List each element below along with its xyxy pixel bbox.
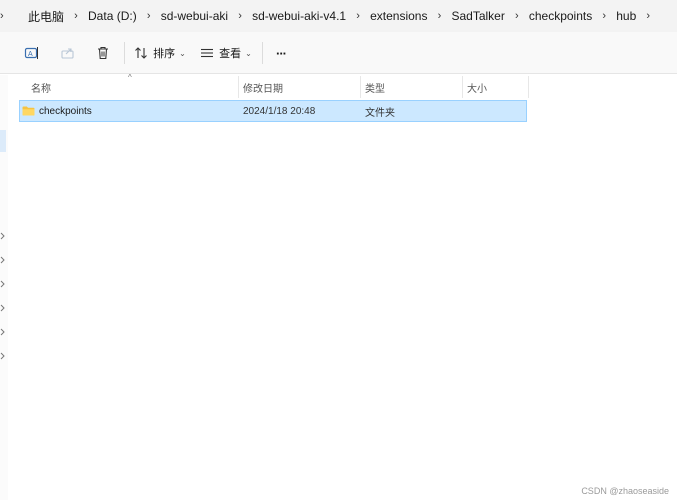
breadcrumb-separator-icon[interactable]: › bbox=[66, 10, 86, 22]
file-name: checkpoints bbox=[39, 105, 92, 117]
breadcrumb-separator-icon[interactable]: › bbox=[429, 10, 449, 22]
breadcrumb-separator-icon[interactable]: › bbox=[348, 10, 368, 22]
toolbar-divider bbox=[124, 42, 125, 64]
chevron-down-icon: ⌄ bbox=[179, 48, 186, 58]
breadcrumb-item-data-drive[interactable]: Data (D:) bbox=[86, 9, 139, 23]
breadcrumb-item-sadtalker[interactable]: SadTalker bbox=[449, 9, 506, 23]
folder-icon bbox=[22, 106, 35, 116]
expand-chevron-icon[interactable] bbox=[0, 304, 6, 312]
view-list-icon bbox=[200, 46, 214, 60]
column-header-type[interactable]: 类型 bbox=[353, 76, 462, 98]
breadcrumb-item-checkpoints[interactable]: checkpoints bbox=[527, 9, 594, 23]
expand-chevron-icon[interactable] bbox=[0, 280, 6, 288]
expand-chevron-icon[interactable] bbox=[0, 232, 6, 240]
sort-button[interactable]: 排序 ⌄ bbox=[134, 42, 186, 64]
trash-icon bbox=[95, 45, 111, 61]
address-bar[interactable]: › 此电脑 › Data (D:) › sd-webui-aki › sd-we… bbox=[0, 0, 677, 32]
expand-chevron-icon[interactable] bbox=[0, 256, 6, 264]
expand-chevron-icon[interactable] bbox=[0, 352, 6, 360]
share-icon bbox=[60, 45, 76, 61]
breadcrumb-item-sd-webui-aki[interactable]: sd-webui-aki bbox=[159, 9, 230, 23]
breadcrumb-separator-icon[interactable]: › bbox=[0, 10, 26, 22]
chevron-down-icon: ⌄ bbox=[245, 48, 252, 58]
file-row[interactable]: checkpoints 2024/1/18 20:48 文件夹 bbox=[19, 100, 527, 122]
view-button[interactable]: 查看 ⌄ bbox=[200, 42, 252, 64]
view-label: 查看 bbox=[219, 48, 242, 60]
breadcrumb-separator-icon[interactable]: › bbox=[139, 10, 159, 22]
breadcrumb-item-sd-webui-aki-v4[interactable]: sd-webui-aki-v4.1 bbox=[250, 9, 348, 23]
rename-button[interactable]: A bbox=[22, 42, 42, 64]
breadcrumb-item-this-pc[interactable]: 此电脑 bbox=[26, 8, 66, 25]
breadcrumb-separator-icon[interactable]: › bbox=[230, 10, 250, 22]
column-header-size[interactable]: 大小 bbox=[455, 76, 527, 98]
command-bar: A 排序 ⌄ 查看 ⌄ ··· bbox=[0, 32, 677, 74]
breadcrumb-item-extensions[interactable]: extensions bbox=[368, 9, 429, 23]
breadcrumb-separator-icon[interactable]: › bbox=[594, 10, 614, 22]
more-options-icon: ··· bbox=[276, 45, 287, 61]
more-options-button[interactable]: ··· bbox=[270, 42, 292, 64]
breadcrumb-separator-icon[interactable]: › bbox=[507, 10, 527, 22]
file-type: 文件夹 bbox=[365, 107, 395, 119]
breadcrumb: › 此电脑 › Data (D:) › sd-webui-aki › sd-we… bbox=[0, 0, 658, 32]
column-divider[interactable] bbox=[528, 76, 529, 98]
breadcrumb-item-hub[interactable]: hub bbox=[614, 9, 638, 23]
sort-icon bbox=[134, 46, 148, 60]
nav-selected-item[interactable] bbox=[0, 130, 6, 152]
column-header-name[interactable]: 名称 bbox=[19, 76, 238, 98]
svg-text:A: A bbox=[28, 51, 33, 58]
breadcrumb-separator-icon[interactable]: › bbox=[638, 10, 658, 22]
column-header-modified[interactable]: 修改日期 bbox=[231, 76, 360, 98]
toolbar-divider bbox=[262, 42, 263, 64]
file-modified: 2024/1/18 20:48 bbox=[243, 105, 316, 117]
sort-label: 排序 bbox=[153, 48, 176, 60]
share-button[interactable] bbox=[58, 42, 78, 64]
expand-chevron-icon[interactable] bbox=[0, 328, 6, 336]
watermark: CSDN @zhaoseaside bbox=[581, 486, 669, 496]
rename-icon: A bbox=[24, 45, 40, 61]
file-name-cell: checkpoints bbox=[22, 101, 92, 121]
delete-button[interactable] bbox=[93, 42, 113, 64]
